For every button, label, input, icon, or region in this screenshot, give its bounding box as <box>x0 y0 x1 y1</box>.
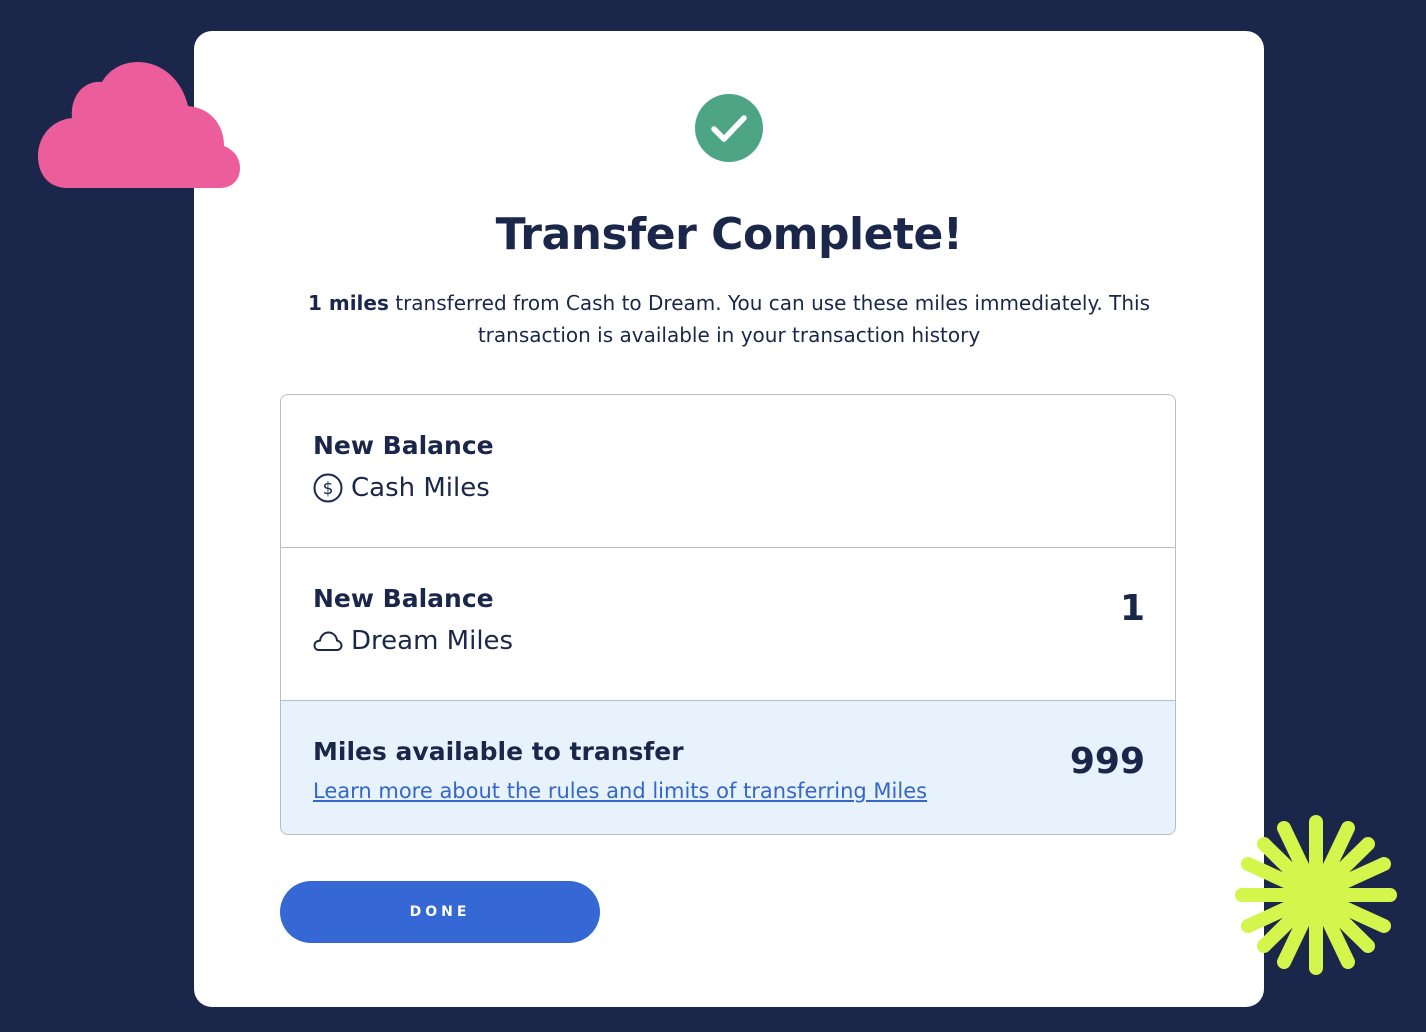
cash-balance-row: New Balance $ Cash Miles <box>281 395 1175 548</box>
cash-balance-label: New Balance <box>313 431 494 460</box>
transfer-message: 1 miles transferred from Cash to Dream. … <box>299 287 1159 351</box>
transfer-message-text: transferred from Cash to Dream. You can … <box>388 291 1151 347</box>
transfer-available-row: Miles available to transfer Learn more a… <box>281 701 1175 834</box>
transfer-amount: 1 miles <box>307 291 389 315</box>
cash-miles-label: Cash Miles <box>351 473 490 503</box>
dollar-circle-icon: $ <box>313 473 343 503</box>
checkmark-circle-icon <box>695 94 763 162</box>
dialog-title: Transfer Complete! <box>495 209 963 260</box>
dream-balance-row: New Balance Dream Miles 1 <box>281 548 1175 701</box>
cash-miles-type: $ Cash Miles <box>313 473 490 503</box>
transfer-rules-link[interactable]: Learn more about the rules and limits of… <box>313 779 927 803</box>
done-button[interactable]: DONE <box>280 881 600 943</box>
dream-miles-label: Dream Miles <box>351 626 514 656</box>
transfer-complete-dialog: Transfer Complete! 1 miles transferred f… <box>194 31 1264 1007</box>
lime-starburst-decoration-icon <box>1235 815 1397 975</box>
transfer-available-value: 999 <box>1069 741 1145 782</box>
transfer-available-label: Miles available to transfer <box>313 737 684 766</box>
dream-balance-value: 1 <box>1119 588 1145 629</box>
dream-miles-type: Dream Miles <box>313 626 513 656</box>
cloud-outline-icon <box>313 631 343 651</box>
dream-balance-label: New Balance <box>313 584 494 613</box>
pink-cloud-decoration-icon <box>38 62 240 188</box>
svg-text:$: $ <box>323 479 334 499</box>
balance-summary: New Balance $ Cash Miles New Balance Dre… <box>280 394 1176 835</box>
